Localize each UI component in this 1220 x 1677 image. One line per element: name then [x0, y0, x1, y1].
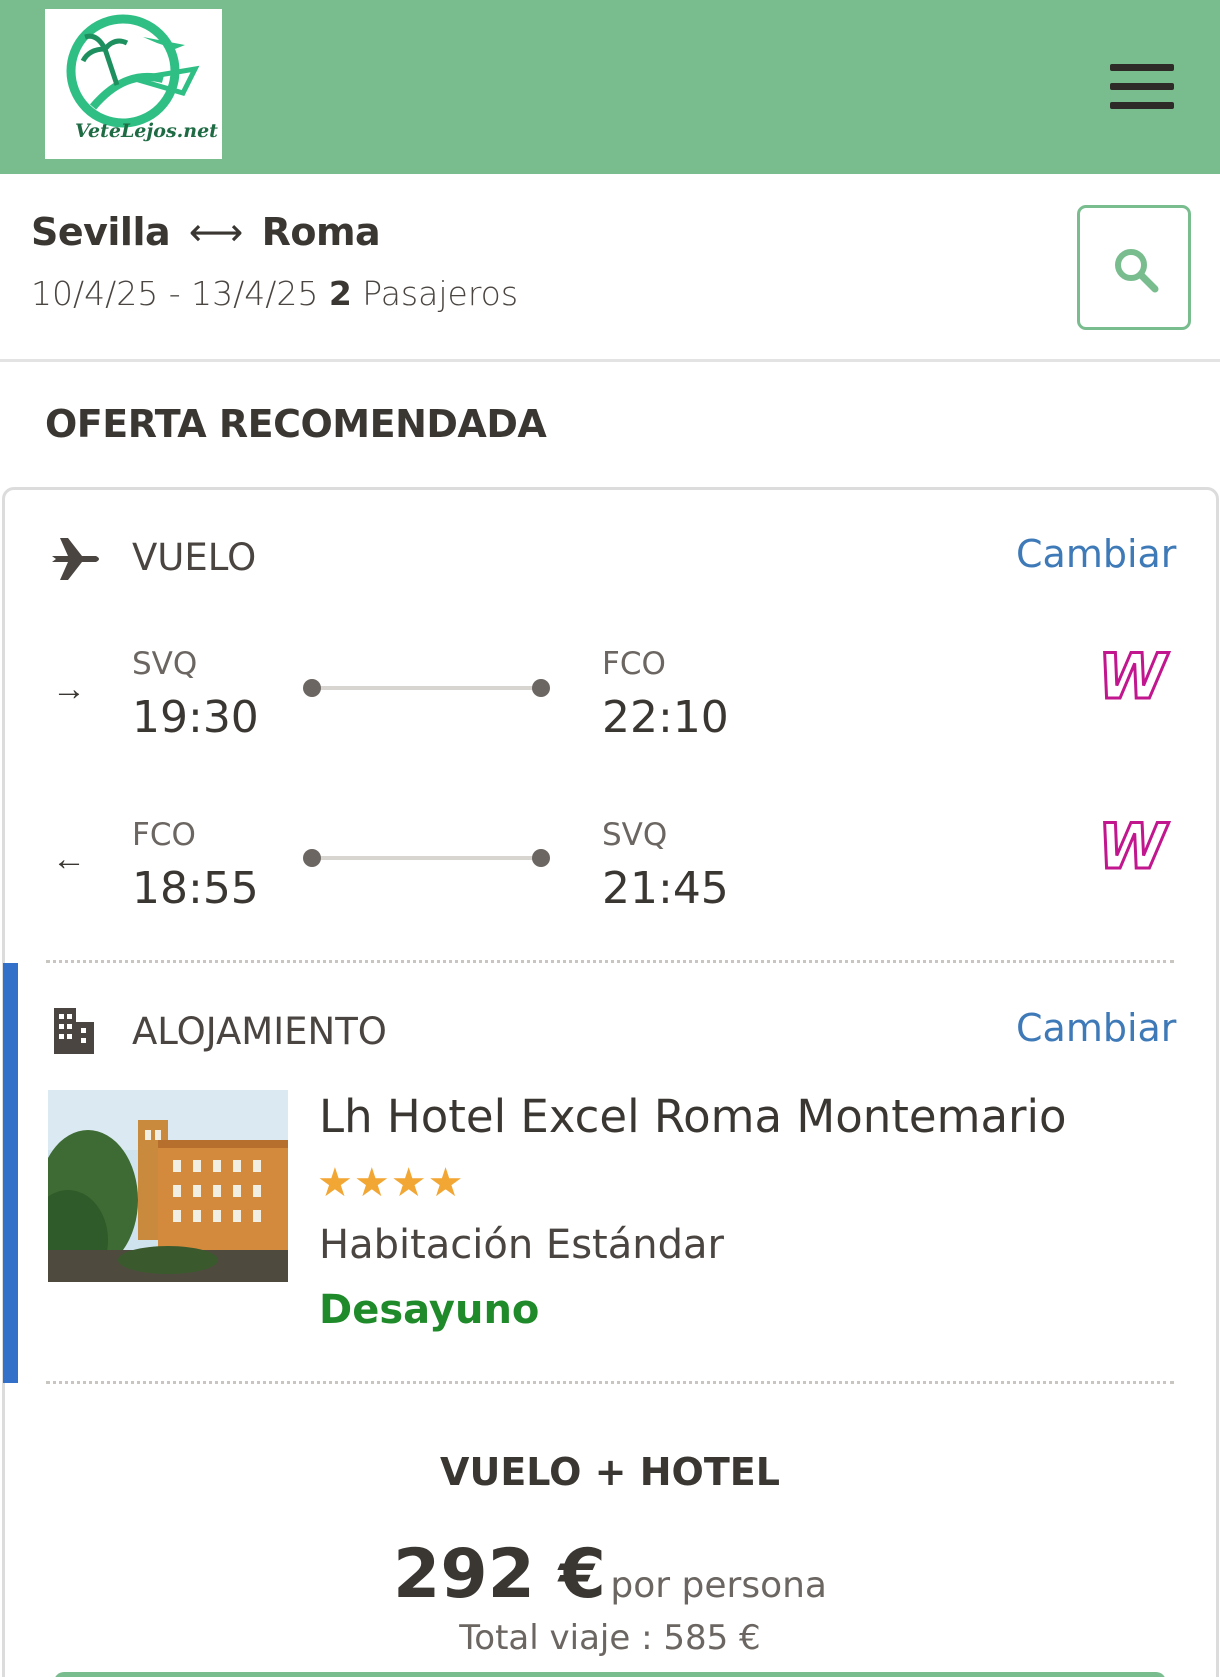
outbound-destination-code: FCO: [602, 646, 666, 682]
inbound-route-line: [312, 856, 542, 860]
svg-text:VeteLejos.net: VeteLejos.net: [75, 120, 218, 142]
room-type: Habitación Estándar: [319, 1222, 724, 1268]
inbound-end-dot: [532, 849, 550, 867]
inbound-arrow-icon: ←: [52, 840, 86, 878]
hotel-star-rating: ★★★★: [317, 1161, 465, 1205]
route: Sevilla ⟷ Roma: [31, 210, 381, 254]
inbound-departure-time: 18:55: [132, 863, 259, 914]
meal-plan: Desayuno: [319, 1287, 540, 1333]
package-label: VUELO + HOTEL: [440, 1450, 780, 1494]
search-icon: [1115, 249, 1159, 293]
passenger-label: Pasajeros: [362, 274, 519, 313]
divider: [46, 1381, 1174, 1384]
search-summary: Sevilla ⟷ Roma 10/4/25 - 13/4/25 2 Pasaj…: [0, 174, 1220, 362]
airline-logo: W: [1096, 639, 1167, 715]
hotel-name[interactable]: Lh Hotel Excel Roma Montemario: [319, 1090, 1067, 1143]
outbound-arrival-time: 22:10: [602, 692, 729, 743]
search-button[interactable]: [1077, 205, 1191, 330]
total-price: Total viaje : 585 €: [459, 1618, 761, 1658]
airline-logo: W: [1096, 809, 1167, 885]
outbound-arrow-icon: →: [52, 670, 86, 708]
section-title: OFERTA RECOMENDADA: [45, 402, 547, 446]
top-header: VeteLejos.net: [0, 0, 1220, 174]
divider: [46, 960, 1174, 963]
origin-city: Sevilla: [31, 210, 171, 254]
round-trip-arrow-icon: ⟷: [188, 210, 243, 254]
site-logo[interactable]: VeteLejos.net: [45, 9, 222, 159]
inbound-arrival-time: 21:45: [602, 863, 729, 914]
destination-city: Roma: [261, 210, 381, 254]
inbound-destination-code: SVQ: [602, 817, 668, 853]
accommodation-section-label: ALOJAMIENTO: [132, 1010, 387, 1053]
book-button[interactable]: [54, 1672, 1166, 1677]
outbound-departure-time: 19:30: [132, 692, 259, 743]
passenger-count: 2: [328, 274, 352, 313]
price-per-person: 292 €: [393, 1535, 606, 1614]
outbound-origin-code: SVQ: [132, 646, 198, 682]
trip-dates: 10/4/25 - 13/4/25: [31, 274, 319, 313]
per-person-label: por persona: [610, 1565, 827, 1606]
hamburger-menu-icon[interactable]: [1106, 62, 1176, 112]
price-row: 292 € por persona: [0, 1535, 1220, 1614]
change-flight-link[interactable]: Cambiar: [1016, 532, 1176, 576]
building-icon: [54, 1008, 94, 1054]
plane-icon: [52, 538, 99, 580]
inbound-origin-code: FCO: [132, 817, 196, 853]
inbound-start-dot: [303, 849, 321, 867]
hotel-photo[interactable]: [48, 1090, 288, 1282]
accent-bar: [3, 963, 18, 1383]
trip-details: 10/4/25 - 13/4/25 2 Pasajeros: [31, 274, 518, 313]
outbound-start-dot: [303, 679, 321, 697]
flight-section-label: VUELO: [132, 536, 257, 579]
outbound-end-dot: [532, 679, 550, 697]
outbound-route-line: [312, 686, 542, 690]
change-hotel-link[interactable]: Cambiar: [1016, 1006, 1176, 1050]
logo-graphic: VeteLejos.net: [66, 14, 218, 142]
